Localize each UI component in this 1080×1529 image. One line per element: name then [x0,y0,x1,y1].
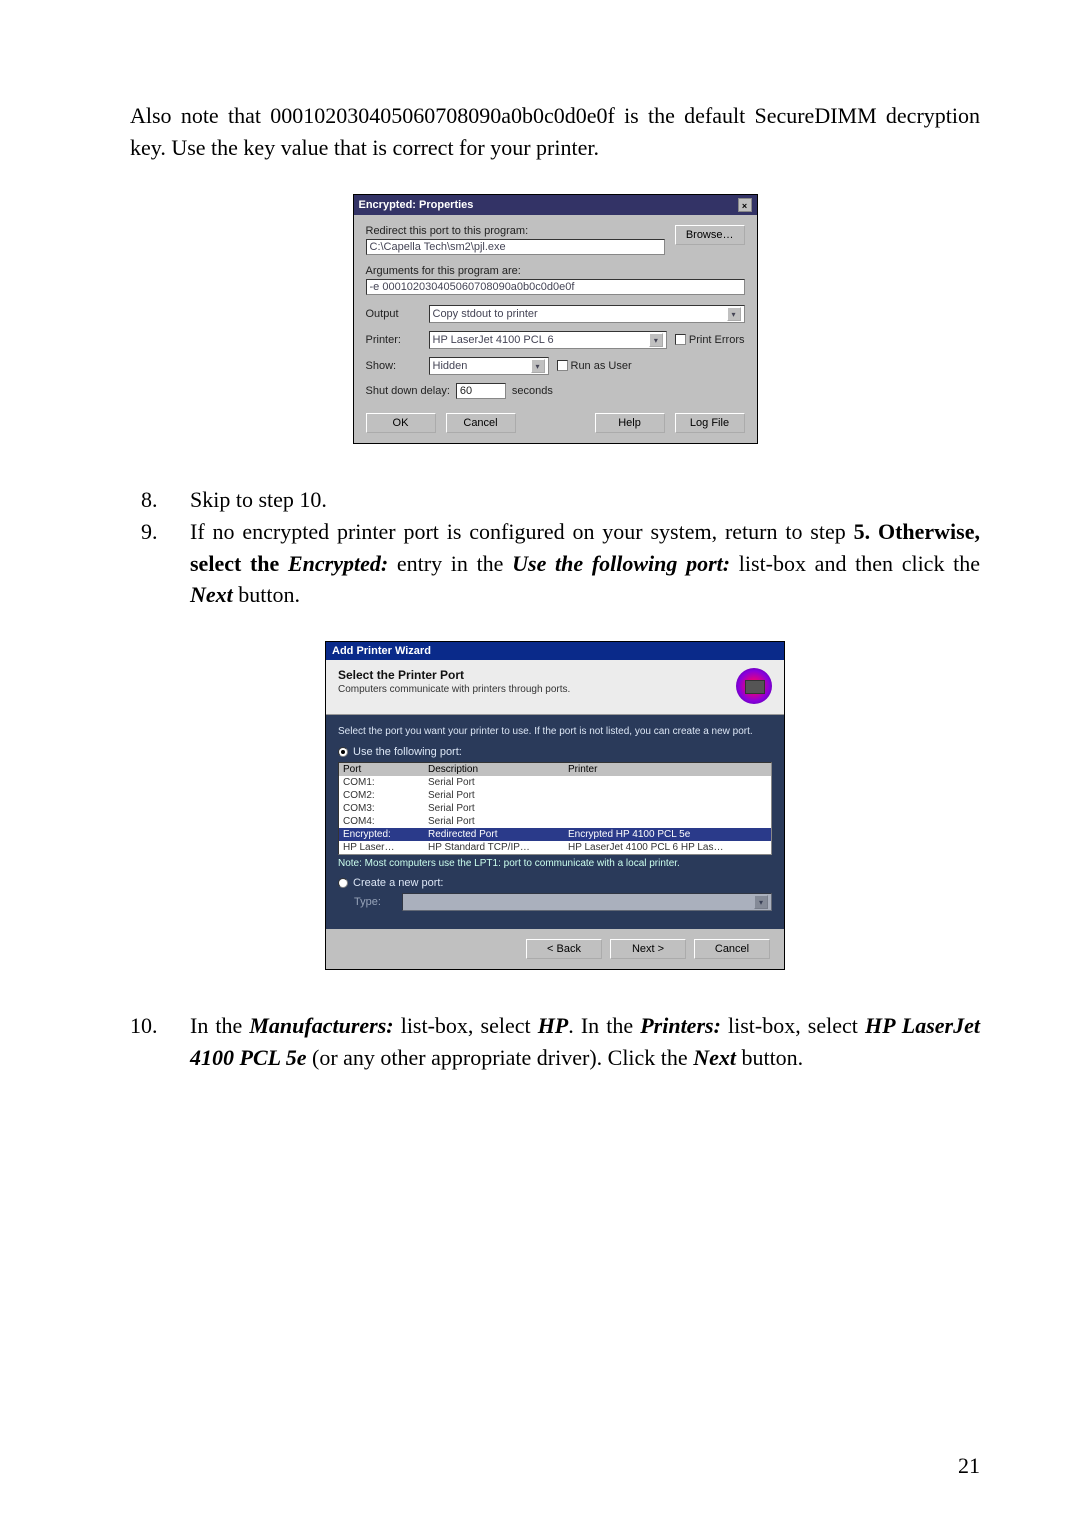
printer-dropdown[interactable]: HP LaserJet 4100 PCL 6 ▾ [429,331,667,349]
type-label: Type: [354,896,394,908]
use-following-port-radio[interactable]: Use the following port: [338,746,772,758]
step-9-text: If no encrypted printer port is configur… [190,519,980,608]
intro-paragraph: Also note that 000102030405060708090a0b0… [130,100,980,164]
col-printer: Printer [564,763,771,776]
table-row-selected[interactable]: Encrypted:Redirected PortEncrypted HP 41… [339,828,771,841]
step-8-number: 8. [141,484,158,516]
output-label: Output [366,308,421,320]
dialog-title: Encrypted: Properties [359,199,474,211]
printer-label: Printer: [366,334,421,346]
checkbox-icon [675,334,686,345]
chevron-down-icon: ▾ [754,895,768,909]
wizard-instructions: Select the port you want your printer to… [338,725,772,738]
redirect-path-input[interactable]: C:\Capella Tech\sm2\pjl.exe [366,239,665,255]
checkbox-icon [557,360,568,371]
ok-button[interactable]: OK [366,413,436,433]
shutdown-delay-input[interactable]: 60 [456,383,506,399]
add-printer-wizard-figure: Add Printer Wizard Select the Printer Po… [130,641,980,970]
table-row[interactable]: COM4:Serial Port [339,815,771,828]
print-errors-label: Print Errors [689,334,745,346]
show-value: Hidden [433,360,468,372]
arguments-input[interactable]: -e 000102030405060708090a0b0c0d0e0f [366,279,745,295]
add-printer-wizard-dialog: Add Printer Wizard Select the Printer Po… [325,641,785,970]
run-as-user-checkbox[interactable]: Run as User [557,360,632,372]
page-number: 21 [958,1453,980,1479]
col-description: Description [424,763,564,776]
output-value: Copy stdout to printer [433,308,538,320]
print-errors-checkbox[interactable]: Print Errors [675,334,745,346]
logfile-button[interactable]: Log File [675,413,745,433]
show-dropdown[interactable]: Hidden ▾ [429,357,549,375]
redirect-label: Redirect this port to this program: [366,225,665,237]
run-as-user-label: Run as User [571,360,632,372]
wizard-header-sub: Computers communicate with printers thro… [338,684,570,695]
arguments-label: Arguments for this program are: [366,265,745,277]
chevron-down-icon[interactable]: ▾ [531,359,545,373]
back-button[interactable]: < Back [526,939,602,959]
create-new-port-label: Create a new port: [353,877,444,889]
encrypted-properties-figure: Encrypted: Properties × Redirect this po… [130,194,980,444]
cancel-button[interactable]: Cancel [694,939,770,959]
table-row[interactable]: COM1:Serial Port [339,776,771,789]
use-following-port-label: Use the following port: [353,746,462,758]
encrypted-properties-dialog: Encrypted: Properties × Redirect this po… [353,194,758,444]
create-new-port-radio[interactable]: Create a new port: [338,877,772,889]
step-9-number: 9. [141,516,158,548]
step-8-text: Skip to step 10. [190,487,327,512]
output-dropdown[interactable]: Copy stdout to printer ▾ [429,305,745,323]
table-row[interactable]: HP Laser…HP Standard TCP/IP…HP LaserJet … [339,841,771,854]
next-button[interactable]: Next > [610,939,686,959]
printer-icon [736,668,772,704]
table-row[interactable]: COM2:Serial Port [339,789,771,802]
radio-selected-icon [338,747,348,757]
shutdown-units: seconds [512,385,553,397]
show-label: Show: [366,360,421,372]
browse-button[interactable]: Browse… [675,225,745,245]
step-10-number: 10. [130,1010,158,1042]
col-port: Port [339,763,424,776]
wizard-title: Add Printer Wizard [326,642,784,660]
cancel-button[interactable]: Cancel [446,413,516,433]
port-table[interactable]: Port Description Printer COM1:Serial Por… [338,762,772,855]
wizard-note: Note: Most computers use the LPT1: port … [338,858,772,869]
printer-value: HP LaserJet 4100 PCL 6 [433,334,554,346]
chevron-down-icon[interactable]: ▾ [727,307,741,321]
wizard-header-bold: Select the Printer Port [338,668,570,682]
help-button[interactable]: Help [595,413,665,433]
radio-icon [338,878,348,888]
type-dropdown: ▾ [402,893,772,911]
close-icon[interactable]: × [738,198,752,212]
shutdown-delay-label: Shut down delay: [366,385,450,397]
chevron-down-icon[interactable]: ▾ [649,333,663,347]
step-10-text: In the Manufacturers: list-box, select H… [190,1013,980,1070]
table-row[interactable]: COM3:Serial Port [339,802,771,815]
